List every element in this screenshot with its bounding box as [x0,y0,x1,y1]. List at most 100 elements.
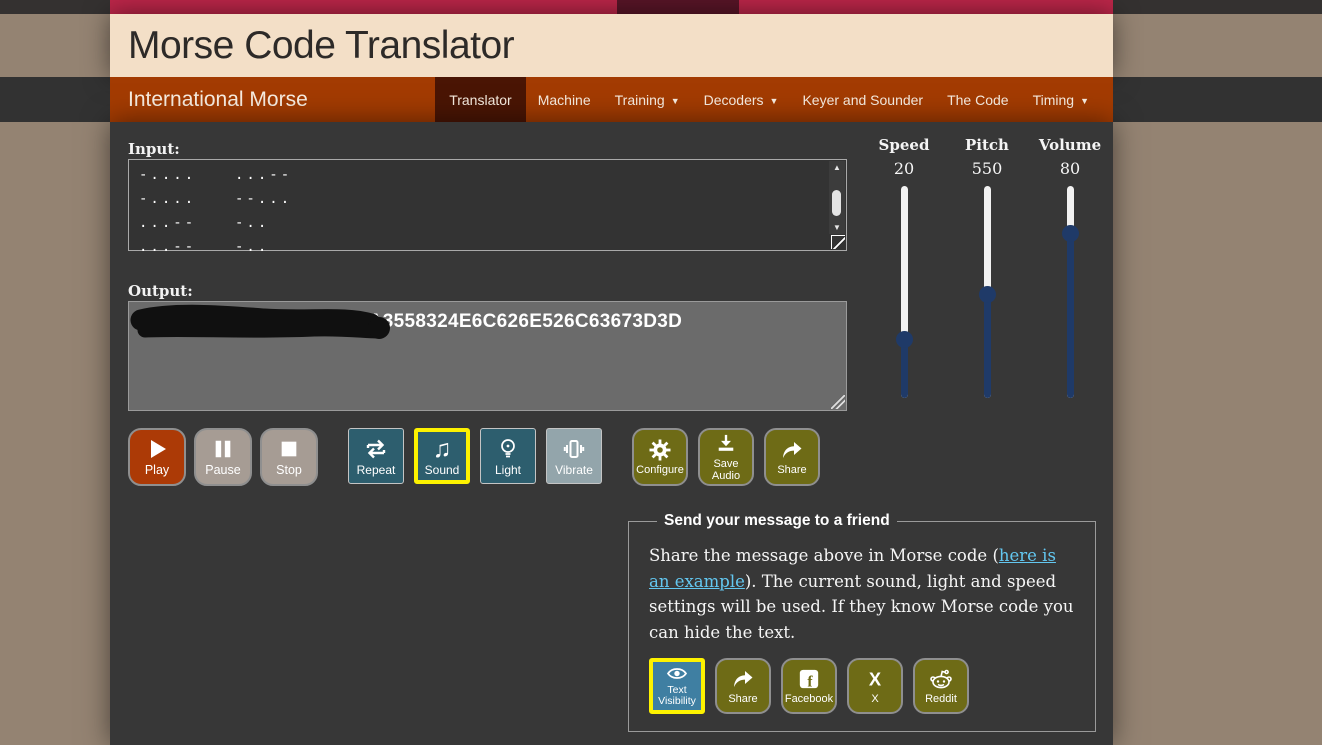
morse-input-field[interactable]: -.... ...-- -.... --... ...-- -.. ...-- … [128,159,847,251]
nav-item-translator[interactable]: Translator [435,77,526,122]
nav-band: International Morse Translator Machine T… [0,77,1322,122]
speed-slider-group: Speed 20 [864,136,944,398]
button-label: Configure [636,465,684,477]
button-label: Light [495,464,521,477]
stop-icon [278,436,300,462]
nav-item-label: Decoders [704,92,764,108]
button-label: Text Visibility [653,685,701,707]
chevron-down-icon: ▼ [1080,96,1089,106]
output-field[interactable]: 84A3558324E6C626E526C63673D3D [128,301,847,411]
play-button[interactable]: Play [128,428,186,486]
vibrate-icon [562,436,586,462]
main-nav: International Morse Translator Machine T… [110,77,1113,122]
chevron-down-icon: ▼ [671,96,680,106]
x-share-button[interactable]: X X [847,658,903,714]
nav-item-keyer-and-sounder[interactable]: Keyer and Sounder [790,77,935,122]
button-label: Share [777,465,806,477]
button-label: Pause [205,464,240,477]
light-button[interactable]: Light [480,428,536,484]
output-text: 84A3558324E6C626E526C63673D3D [347,311,682,333]
lightbulb-icon [497,436,519,462]
chevron-down-icon: ▼ [770,96,779,106]
button-label: Facebook [785,694,833,706]
gear-icon [648,437,672,463]
text-visibility-button[interactable]: Text Visibility [649,658,705,714]
slider-label: Pitch [947,136,1027,154]
input-scrollbar[interactable]: ▲ ▼ [829,161,845,234]
share-text-before: Share the message above in Morse code ( [649,546,999,565]
header-row: Morse Code Translator [0,14,1322,77]
repeat-button[interactable]: Repeat [348,428,404,484]
nav-item-the-code[interactable]: The Code [935,77,1020,122]
play-icon [145,436,169,462]
configure-button[interactable]: Configure [632,428,688,486]
scrollbar-thumb[interactable] [832,190,841,216]
stop-button[interactable]: Stop [260,428,318,486]
main-content-row: Input: -.... ...-- -.... --... ...-- -..… [0,122,1322,745]
nav-item-training[interactable]: Training ▼ [603,77,692,122]
button-label: Share [728,694,757,706]
speed-slider[interactable] [901,186,908,398]
share-section-legend: Send your message to a friend [657,512,897,530]
reddit-icon [928,666,954,692]
slider-value: 80 [1030,159,1110,178]
button-label: Play [145,464,169,477]
nav-item-label: Machine [538,92,591,108]
vibrate-button[interactable]: Vibrate [546,428,602,484]
svg-text:X: X [869,669,882,690]
button-label: Vibrate [555,464,593,477]
music-note-icon: ♫ [433,436,452,462]
top-strip-maroon-segment [617,0,739,14]
share-arrow-icon [731,666,755,692]
facebook-icon: f [798,666,820,692]
nav-item-timing[interactable]: Timing ▼ [1021,77,1101,122]
pause-icon [212,436,234,462]
download-icon [715,431,737,457]
nav-menu: Translator Machine Training ▼ Decoders ▼… [435,77,1113,122]
share-description: Share the message above in Morse code (h… [649,543,1075,645]
resize-grip-icon[interactable] [831,395,845,409]
slider-fill [984,294,991,398]
top-accent-strip [110,0,1113,14]
facebook-share-button[interactable]: f Facebook [781,658,837,714]
scroll-up-icon[interactable]: ▲ [829,161,845,174]
morse-input-text: -.... ...-- -.... --... ...-- -.. ...-- … [129,160,846,259]
nav-item-label: Translator [449,92,512,108]
page-title: Morse Code Translator [128,24,514,68]
redaction-scribble [129,304,397,346]
scroll-down-icon[interactable]: ▼ [829,221,845,234]
nav-item-label: Training [615,92,665,108]
nav-item-label: The Code [947,92,1008,108]
button-label: Stop [276,464,302,477]
slider-thumb[interactable] [1062,225,1079,242]
slider-value: 550 [947,159,1027,178]
pause-button[interactable]: Pause [194,428,252,486]
nav-brand: International Morse [110,88,308,112]
pitch-slider-group: Pitch 550 [947,136,1027,398]
slider-label: Volume [1030,136,1110,154]
eye-icon [666,665,688,683]
reddit-share-button[interactable]: Reddit [913,658,969,714]
top-band [0,0,1322,14]
save-audio-button[interactable]: Save Audio [698,428,754,486]
nav-item-machine[interactable]: Machine [526,77,603,122]
button-label: Save Audio [700,459,752,482]
scrollbar-track[interactable] [829,174,845,221]
sound-button[interactable]: ♫ Sound [414,428,470,484]
slider-value: 20 [864,159,944,178]
slider-thumb[interactable] [896,331,913,348]
repeat-icon [364,436,388,462]
nav-item-label: Timing [1033,92,1075,108]
svg-text:f: f [807,674,813,691]
share-message-button[interactable]: Share [715,658,771,714]
slider-label: Speed [864,136,944,154]
output-label: Output: [128,282,193,300]
resize-grip-icon[interactable] [831,235,845,249]
nav-item-decoders[interactable]: Decoders ▼ [692,77,791,122]
pitch-slider[interactable] [984,186,991,398]
slider-thumb[interactable] [979,286,996,303]
volume-slider[interactable] [1067,186,1074,398]
share-button-row: Text Visibility Share f [649,658,1075,714]
share-button[interactable]: Share [764,428,820,486]
button-label: Reddit [925,694,957,706]
